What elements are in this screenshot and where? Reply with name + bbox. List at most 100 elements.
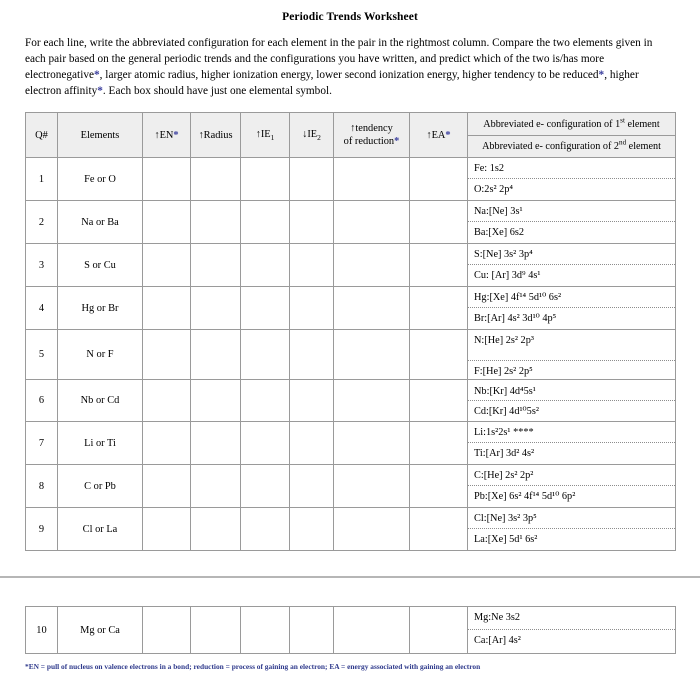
table-row: 4 Hg or Br Hg:[Xe] 4f¹⁴ 5d¹⁰ 6s² Br:[Ar]…: [25, 286, 676, 331]
cell-ie2[interactable]: [289, 507, 334, 552]
config-second-element[interactable]: Pb:[Xe] 6s² 4f¹⁴ 5d¹⁰ 6p²: [468, 486, 675, 507]
cell-en[interactable]: [142, 507, 191, 552]
cell-tendency[interactable]: [333, 286, 410, 331]
cell-ea[interactable]: [409, 157, 468, 202]
cell-en[interactable]: [142, 606, 191, 655]
cell-ie1[interactable]: [240, 379, 290, 423]
periodic-trends-table-continuation: 10 Mg or Ca Mg:Ne 3s2 Ca:[Ar] 4s²: [25, 606, 676, 655]
cell-configuration[interactable]: Cl:[Ne] 3s² 3p⁵ La:[Xe] 5d¹ 6s²: [467, 507, 676, 552]
config-first-element[interactable]: Nb:[Kr] 4d⁴5s¹: [468, 381, 675, 401]
header-ea-label: ↑EA: [426, 129, 446, 141]
cell-ie1[interactable]: [240, 507, 290, 552]
cell-ie1[interactable]: [240, 243, 290, 288]
cell-ea[interactable]: [409, 606, 468, 655]
config-second-element[interactable]: Cu: [Ar] 3d⁹ 4s¹: [468, 265, 675, 286]
cell-ea[interactable]: [409, 464, 468, 509]
row-elements: N or F: [57, 329, 143, 381]
cell-configuration[interactable]: C:[He] 2s² 2p² Pb:[Xe] 6s² 4f¹⁴ 5d¹⁰ 6p²: [467, 464, 676, 509]
cell-radius[interactable]: [190, 329, 241, 381]
cell-ie2[interactable]: [289, 286, 334, 331]
cell-ea[interactable]: [409, 200, 468, 245]
cell-ie2[interactable]: [289, 464, 334, 509]
cell-tendency[interactable]: [333, 507, 410, 552]
cell-configuration[interactable]: N:[He] 2s² 2p³ F:[He] 2s² 2p⁵: [467, 329, 676, 381]
cell-configuration[interactable]: Fe: 1s2 O:2s² 2p⁴: [467, 157, 676, 202]
cell-tendency[interactable]: [333, 421, 410, 466]
cell-ea[interactable]: [409, 379, 468, 423]
cell-ie1[interactable]: [240, 329, 290, 381]
cell-radius[interactable]: [190, 464, 241, 509]
cell-ea[interactable]: [409, 329, 468, 381]
instructions-paragraph: For each line, write the abbreviated con…: [25, 37, 653, 98]
config-first-element[interactable]: S:[Ne] 3s² 3p⁴: [468, 244, 675, 266]
cell-ea[interactable]: [409, 243, 468, 288]
cell-en[interactable]: [142, 157, 191, 202]
table-header-row: Q# Elements ↑EN* ↑Radius ↑IE1 ↓IE2 ↑tend…: [25, 112, 676, 159]
cell-tendency[interactable]: [333, 329, 410, 381]
cell-ie1[interactable]: [240, 421, 290, 466]
cell-configuration[interactable]: Li:1s²2s¹ **** Ti:[Ar] 3d² 4s²: [467, 421, 676, 466]
config-first-element[interactable]: Cl:[Ne] 3s² 3p⁵: [468, 508, 675, 530]
cell-configuration[interactable]: Mg:Ne 3s2 Ca:[Ar] 4s²: [467, 606, 676, 655]
config-first-element[interactable]: N:[He] 2s² 2p³: [468, 330, 675, 362]
cell-en[interactable]: [142, 243, 191, 288]
cell-ea[interactable]: [409, 286, 468, 331]
cell-ie2[interactable]: [289, 606, 334, 655]
config-first-element[interactable]: Hg:[Xe] 4f¹⁴ 5d¹⁰ 6s²: [468, 287, 675, 309]
cell-tendency[interactable]: [333, 243, 410, 288]
cell-radius[interactable]: [190, 157, 241, 202]
cell-radius[interactable]: [190, 421, 241, 466]
table-row: 3 S or Cu S:[Ne] 3s² 3p⁴ Cu: [Ar] 3d⁹ 4s…: [25, 243, 676, 288]
cell-ie2[interactable]: [289, 379, 334, 423]
config-first-element[interactable]: Na:[Ne] 3s¹: [468, 201, 675, 223]
cell-radius[interactable]: [190, 606, 241, 655]
cell-tendency[interactable]: [333, 379, 410, 423]
cell-ie1[interactable]: [240, 464, 290, 509]
config-first-element[interactable]: Mg:Ne 3s2: [468, 607, 675, 631]
config-second-element[interactable]: Ti:[Ar] 3d² 4s²: [468, 443, 675, 464]
cell-en[interactable]: [142, 286, 191, 331]
cell-configuration[interactable]: Hg:[Xe] 4f¹⁴ 5d¹⁰ 6s² Br:[Ar] 4s² 3d¹⁰ 4…: [467, 286, 676, 331]
cell-en[interactable]: [142, 421, 191, 466]
cell-radius[interactable]: [190, 507, 241, 552]
config-second-element[interactable]: Br:[Ar] 4s² 3d¹⁰ 4p⁵: [468, 308, 675, 329]
config-second-element[interactable]: O:2s² 2p⁴: [468, 179, 675, 200]
config-second-element[interactable]: Cd:[Kr] 4d¹⁰5s²: [468, 401, 675, 421]
cell-en[interactable]: [142, 379, 191, 423]
config-first-element[interactable]: Li:1s²2s¹ ****: [468, 422, 675, 444]
cell-ie1[interactable]: [240, 606, 290, 655]
cell-ea[interactable]: [409, 421, 468, 466]
config-first-element[interactable]: C:[He] 2s² 2p²: [468, 465, 675, 487]
cell-ie1[interactable]: [240, 286, 290, 331]
cell-radius[interactable]: [190, 286, 241, 331]
config-second-element[interactable]: Ba:[Xe] 6s2: [468, 222, 675, 243]
cell-en[interactable]: [142, 464, 191, 509]
cell-tendency[interactable]: [333, 157, 410, 202]
cell-ie2[interactable]: [289, 157, 334, 202]
cell-ie2[interactable]: [289, 200, 334, 245]
cell-tendency[interactable]: [333, 606, 410, 655]
cell-tendency[interactable]: [333, 200, 410, 245]
cell-ie1[interactable]: [240, 200, 290, 245]
cell-radius[interactable]: [190, 379, 241, 423]
cell-en[interactable]: [142, 329, 191, 381]
cell-configuration[interactable]: S:[Ne] 3s² 3p⁴ Cu: [Ar] 3d⁹ 4s¹: [467, 243, 676, 288]
table-body: 1 Fe or O Fe: 1s2 O:2s² 2p⁴ 2 Na or Ba N…: [25, 157, 676, 552]
config-first-element[interactable]: Fe: 1s2: [468, 158, 675, 180]
cell-ie2[interactable]: [289, 421, 334, 466]
cell-radius[interactable]: [190, 243, 241, 288]
cell-ie1[interactable]: [240, 157, 290, 202]
config-second-element[interactable]: Ca:[Ar] 4s²: [468, 630, 675, 653]
cell-configuration[interactable]: Nb:[Kr] 4d⁴5s¹ Cd:[Kr] 4d¹⁰5s²: [467, 379, 676, 423]
config-second-element[interactable]: F:[He] 2s² 2p⁵: [468, 361, 675, 379]
cell-en[interactable]: [142, 200, 191, 245]
cell-configuration[interactable]: Na:[Ne] 3s¹ Ba:[Xe] 6s2: [467, 200, 676, 245]
cell-ie2[interactable]: [289, 243, 334, 288]
row-elements: Cl or La: [57, 507, 143, 552]
cell-ea[interactable]: [409, 507, 468, 552]
cell-radius[interactable]: [190, 200, 241, 245]
cell-tendency[interactable]: [333, 464, 410, 509]
header-ie1-label: ↑IE: [255, 128, 271, 140]
cell-ie2[interactable]: [289, 329, 334, 381]
config-second-element[interactable]: La:[Xe] 5d¹ 6s²: [468, 529, 675, 550]
